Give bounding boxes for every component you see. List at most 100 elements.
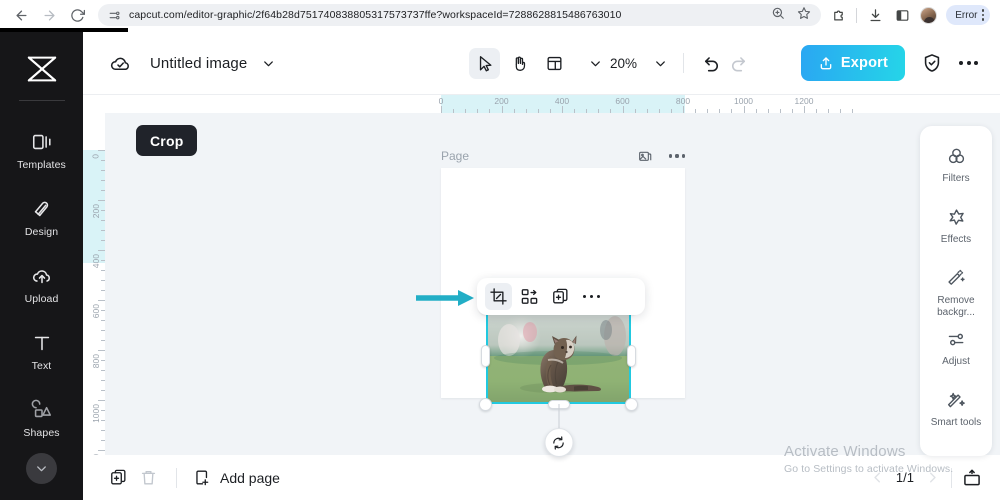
crop-button[interactable]: [485, 283, 512, 310]
panel-item-smart-tools[interactable]: Smart tools: [920, 384, 992, 445]
ruler-tick: [513, 109, 515, 113]
ruler-tick: [101, 280, 105, 281]
download-icon[interactable]: [866, 6, 884, 24]
shield-check-icon: [924, 54, 940, 72]
rotate-handle[interactable]: [544, 428, 573, 457]
zoom-control: 20%: [610, 50, 751, 76]
side-panel-icon[interactable]: [893, 6, 911, 24]
zoom-dropdown-button[interactable]: [653, 56, 668, 71]
prev-page-button[interactable]: [869, 469, 886, 486]
ruler-tick-label: 200: [494, 96, 509, 106]
ruler-tick-label: 600: [615, 96, 630, 106]
sidebar-item-label: Text: [31, 360, 52, 372]
ruler-tick: [670, 109, 672, 113]
zoom-level-value[interactable]: 20%: [610, 56, 637, 71]
panel-item-effects[interactable]: Effects: [920, 201, 992, 262]
ruler-tick-label: 200: [91, 204, 101, 219]
ruler-tick: [101, 190, 105, 191]
sidebar-item-templates[interactable]: Templates: [0, 117, 83, 184]
smart-tools-wand-icon: [944, 388, 968, 412]
more-options-button[interactable]: [959, 61, 978, 65]
capcut-logo[interactable]: [19, 48, 65, 90]
ruler-tick: [610, 109, 612, 113]
canvas-viewport[interactable]: Page Crop: [105, 113, 1000, 457]
forward-button[interactable]: [36, 2, 62, 28]
hand-pan-icon: [515, 55, 526, 71]
address-bar[interactable]: capcut.com/editor-graphic/2f64b28d751740…: [98, 4, 822, 26]
reload-button[interactable]: [64, 2, 90, 28]
extensions-puzzle-icon[interactable]: [829, 6, 847, 24]
ruler-tick: [453, 109, 455, 113]
page-more-button[interactable]: [669, 154, 685, 158]
layout-dropdown-button[interactable]: [588, 56, 603, 71]
resize-handle-left[interactable]: [481, 345, 490, 367]
next-page-button[interactable]: [924, 469, 941, 486]
panel-item-adjust[interactable]: Adjust: [920, 323, 992, 384]
page-count-label: 1/1: [895, 470, 914, 485]
layout-tool-button[interactable]: [539, 48, 570, 79]
left-sidebar: Templates Design Upload Text Shapes: [0, 32, 83, 500]
ruler-tick: [98, 250, 105, 251]
page-image-icon[interactable]: [637, 148, 653, 164]
ruler-tick-label: 1200: [794, 96, 814, 106]
sidebar-expand-button[interactable]: [26, 453, 57, 484]
redo-button[interactable]: [725, 50, 751, 76]
ruler-tick: [441, 106, 442, 113]
panel-item-remove-background[interactable]: Remove backgr...: [920, 262, 992, 323]
ruler-tick: [646, 109, 648, 113]
transform-icon: [521, 289, 538, 304]
text-icon: [30, 331, 54, 355]
ruler-tick: [622, 106, 624, 113]
delete-page-button[interactable]: [133, 463, 163, 493]
site-settings-icon[interactable]: [108, 9, 121, 22]
crop-tooltip: Crop: [136, 125, 198, 156]
ruler-tick: [98, 350, 105, 351]
sidebar-item-upload[interactable]: Upload: [0, 251, 83, 318]
panel-item-label: Remove backgr...: [937, 295, 975, 318]
sidebar-item-shapes[interactable]: Shapes: [0, 385, 83, 452]
undo-button[interactable]: [699, 50, 725, 76]
sidebar-item-text[interactable]: Text: [0, 318, 83, 385]
shield-check-button[interactable]: [921, 52, 943, 74]
undo-arrow-icon: [704, 57, 719, 72]
image-more-button[interactable]: [578, 283, 605, 310]
ruler-tick: [101, 230, 105, 231]
transform-button[interactable]: [516, 283, 543, 310]
error-badge[interactable]: Error: [946, 5, 990, 25]
duplicate-page-button[interactable]: [103, 463, 133, 493]
ruler-tick: [743, 106, 745, 113]
ruler-tick: [840, 109, 842, 113]
cloud-saved-icon[interactable]: [109, 52, 132, 75]
resize-handle-right[interactable]: [627, 345, 636, 367]
ruler-tick: [489, 109, 491, 113]
star-icon[interactable]: [797, 6, 811, 25]
select-tool-button[interactable]: [469, 47, 500, 79]
selected-image-object[interactable]: [479, 301, 638, 457]
profile-avatar[interactable]: [920, 6, 938, 24]
document-title[interactable]: Untitled image: [150, 55, 247, 72]
resize-handle-bottom-right[interactable]: [625, 398, 638, 411]
back-button[interactable]: [8, 2, 34, 28]
ruler-tick: [537, 109, 539, 113]
export-button[interactable]: Export: [800, 45, 905, 81]
divider: [683, 53, 685, 73]
duplicate-button[interactable]: [547, 283, 574, 310]
kebab-menu-icon[interactable]: [981, 9, 984, 21]
add-page-button[interactable]: Add page: [193, 468, 280, 487]
ruler-tick: [598, 109, 600, 113]
hand-tool-button[interactable]: [504, 48, 535, 79]
resize-handle-bottom-left[interactable]: [479, 398, 492, 411]
present-button[interactable]: [962, 468, 982, 488]
sidebar-item-label: Templates: [17, 159, 66, 171]
ruler-tick-label: 1000: [91, 404, 101, 423]
zoom-search-icon[interactable]: [771, 6, 785, 25]
chevron-down-icon: [591, 60, 600, 66]
url-text[interactable]: capcut.com/editor-graphic/2f64b28d751740…: [129, 9, 763, 21]
vertical-ruler[interactable]: 0 200 400 600 800 1000 1200: [83, 113, 105, 455]
capcut-editor-window: capcut.com/editor-graphic/2f64b28d751740…: [0, 0, 1000, 500]
panel-item-filters[interactable]: Filters: [920, 140, 992, 201]
horizontal-ruler[interactable]: 0 200 400 600 800 1000 1200: [105, 95, 1000, 113]
title-dropdown-button[interactable]: [261, 56, 276, 71]
sidebar-item-design[interactable]: Design: [0, 184, 83, 251]
editor-toolbar: Untitled image 20% Export: [83, 32, 1000, 95]
